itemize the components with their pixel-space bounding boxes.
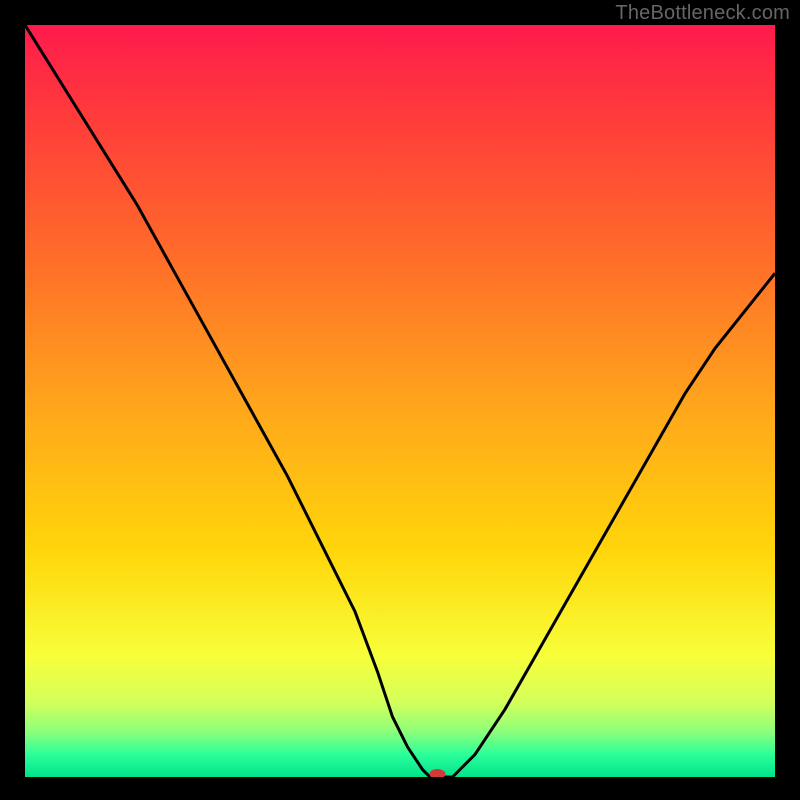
gradient-background bbox=[25, 25, 775, 777]
chart-svg bbox=[25, 25, 775, 777]
chart-frame: TheBottleneck.com bbox=[0, 0, 800, 800]
watermark-text: TheBottleneck.com bbox=[615, 2, 790, 25]
plot-area bbox=[25, 25, 775, 777]
